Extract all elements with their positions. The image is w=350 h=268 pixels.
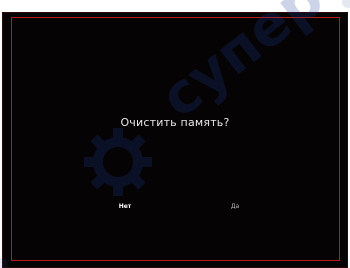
- dialog-panel: [2, 12, 348, 268]
- watermark-corner-tr: [342, 0, 350, 8]
- yes-button[interactable]: Да: [215, 199, 255, 215]
- no-button[interactable]: Нет: [105, 199, 145, 215]
- dialog-frame: [11, 17, 340, 261]
- screen: супер Очистить память? Нет Да: [0, 0, 350, 268]
- dialog-title: Очистить память?: [120, 116, 230, 129]
